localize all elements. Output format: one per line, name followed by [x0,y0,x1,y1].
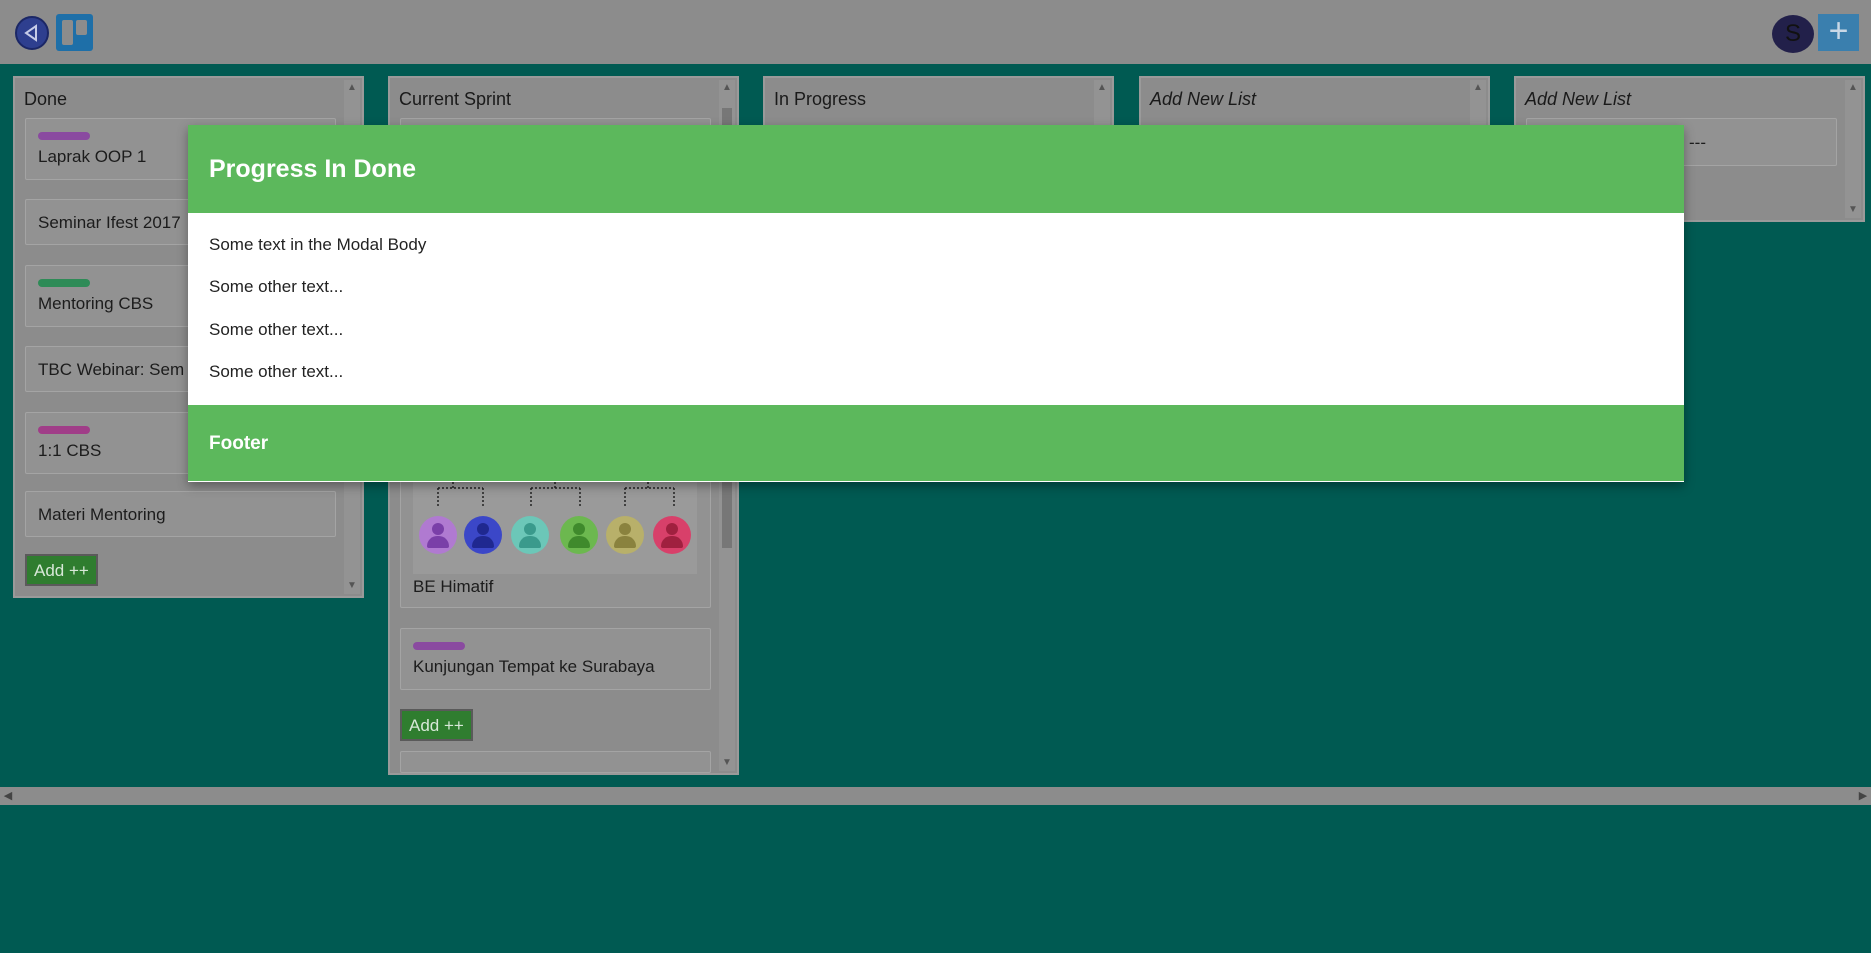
add-card-button[interactable]: Add ++ [25,554,98,586]
list-title: Add New List [1150,89,1257,109]
scroll-down-icon[interactable]: ▼ [1845,202,1861,218]
card-title: Materi Mentoring [38,505,166,524]
list-scrollbar[interactable]: ▲ [1094,80,1110,127]
modal-footer-text: Footer [209,433,269,454]
back-button[interactable] [15,16,49,50]
person-icon [560,516,598,554]
scroll-up-icon[interactable]: ▲ [344,80,360,96]
card-title: --- [1689,133,1706,152]
horizontal-scrollbar[interactable]: ◀ ▶ [0,787,1871,805]
card-title: Mentoring CBS [38,294,154,313]
list-title: Done [24,89,68,109]
avatar[interactable]: S [1772,15,1814,53]
scroll-right-icon[interactable]: ▶ [1855,787,1871,805]
list-scrollbar[interactable]: ▲ [1470,80,1486,127]
card-label [413,642,465,650]
card-title: 1:1 CBS [38,441,102,460]
card-title: Seminar Ifest 2017 [38,213,181,232]
modal-title: Progress In Done [209,155,416,183]
card[interactable] [400,751,711,773]
top-bar: S + [0,0,1871,64]
add-card-button[interactable]: Add ++ [400,709,473,741]
modal-body-text: Some other text... [209,320,344,339]
avatar-letter: S [1784,20,1801,47]
list-title: In Progress [774,89,867,109]
card[interactable]: Kunjungan Tempat ke Surabaya [400,628,711,690]
modal-body-text: Some other text... [209,362,344,381]
list-title: Add New List [1525,89,1632,109]
person-icon [419,516,457,554]
person-icon [511,516,549,554]
modal-body-text: Some other text... [209,277,344,296]
card-label [38,132,90,140]
card-title: Kunjungan Tempat ke Surabaya [413,657,655,676]
scroll-up-icon[interactable]: ▲ [1094,80,1110,96]
card[interactable]: Materi Mentoring [25,491,336,537]
person-icon [464,516,502,554]
person-icon [653,516,691,554]
card-title: TBC Webinar: Sem [38,360,185,379]
scroll-down-icon[interactable]: ▼ [344,578,360,594]
modal-body-text: Some text in the Modal Body [209,235,427,254]
list-in-progress: In Progress ▲ [763,76,1114,131]
modal-header: Progress In Done [188,125,1684,213]
progress-modal: Progress In Done Some text in the Modal … [188,125,1684,482]
card-title: Laprak OOP 1 [38,147,147,166]
plus-icon: + [1828,12,1849,50]
back-arrow-icon [24,24,37,42]
card-label [38,279,90,287]
modal-footer: Footer [188,405,1684,481]
scroll-up-icon[interactable]: ▲ [1845,80,1861,96]
list-add-new-1: Add New List ▲ [1139,76,1490,131]
person-icon [606,516,644,554]
card-image [413,478,697,574]
scroll-left-icon[interactable]: ◀ [0,787,16,805]
board-icon[interactable] [56,14,93,51]
card-label [38,426,90,434]
scroll-down-icon[interactable]: ▼ [719,755,735,771]
list-title: Current Sprint [399,89,512,109]
add-board-button[interactable]: + [1818,14,1859,51]
list-scrollbar[interactable]: ▲ ▼ [1845,80,1861,218]
scroll-up-icon[interactable]: ▲ [719,80,735,96]
card-title: BE Himatif [413,577,494,596]
scroll-up-icon[interactable]: ▲ [1470,80,1486,96]
